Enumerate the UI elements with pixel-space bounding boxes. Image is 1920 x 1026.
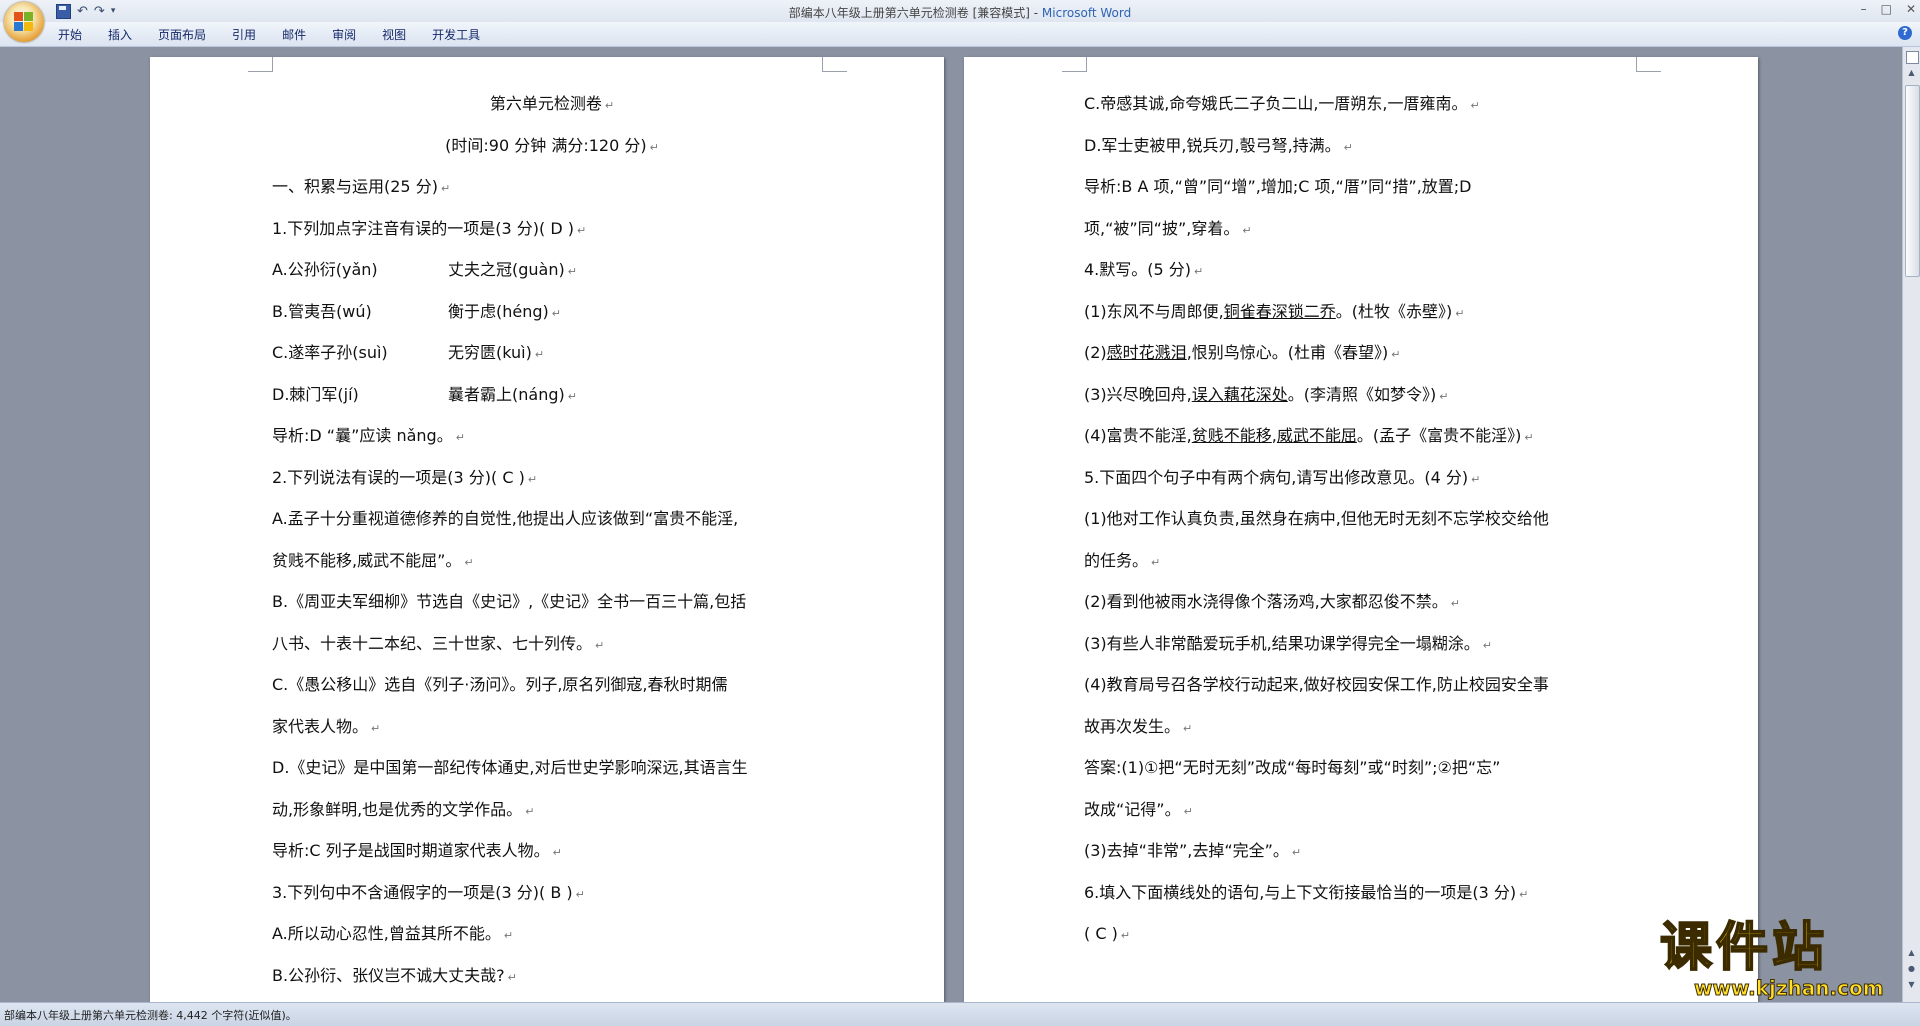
title-bar: ↶ ↷ ▾ 部编本八年级上册第六单元检测卷 [兼容模式] - Microsoft… (0, 0, 1920, 23)
text-line: 4.默写。(5 分) ↵ (1084, 260, 1204, 279)
select-browse-object-icon[interactable]: ● (1905, 963, 1918, 975)
text-line: (3)有些人非常酷爱玩手机,结果功课学得完全一塌糊涂。 ↵ (1084, 633, 1492, 653)
tab-developer[interactable]: 开发工具 (432, 26, 480, 43)
text-line: 贫贱不能移,威武不能屈”。 ↵ (272, 550, 474, 570)
page-content: C.帝感其诚,命夸娥氏二子负二山,一厝朔东,一厝雍南。 ↵ D.军士吏被甲,锐兵刃… (1084, 83, 1654, 955)
office-logo-icon (14, 12, 34, 32)
option-line: B.管夷吾(wú) 衡于虑(héng) ↵ (272, 301, 561, 321)
text-line: 导析:D “曩”应读 nǎng。 ↵ (272, 426, 465, 445)
crop-mark (822, 57, 847, 72)
text-line: 改成“记得”。 ↵ (1084, 799, 1193, 819)
text-line: 一、积累与运用(25 分) ↵ (272, 177, 451, 196)
text-line: 导析:B A 项,“曾”同“增”,增加;C 项,“厝”同“措”,放置;D (1084, 177, 1472, 196)
window-controls: – □ ✕ (1861, 2, 1916, 16)
minimize-button[interactable]: – (1861, 2, 1867, 16)
app-name: Microsoft Word (1041, 6, 1132, 20)
dictation-line: (4)富贵不能淫,贫贱不能移,威武不能屈。(孟子《富贵不能淫》) ↵ (1084, 426, 1534, 445)
window-title: 部编本八年级上册第六单元检测卷 [兼容模式] - Microsoft Word (0, 4, 1920, 21)
tab-review[interactable]: 审阅 (332, 26, 356, 43)
text-line: 1.下列加点字注音有误的一项是(3 分)( D ) ↵ (272, 218, 587, 238)
text-line: 2.下列说法有误的一项是(3 分)( C ) ↵ (272, 467, 538, 487)
close-button[interactable]: ✕ (1906, 2, 1916, 16)
text-line: D.《史记》是中国第一部纪传体通史,对后世史学影响深远,其语言生 (272, 758, 748, 777)
text-line: 八书、十表十二本纪、三十世家、七十列传。 ↵ (272, 633, 605, 653)
dictation-line: (3)兴尽晚回舟,误入藕花深处。(李清照《如梦令》) ↵ (1084, 384, 1449, 404)
crop-mark (248, 57, 273, 72)
tab-mailings[interactable]: 邮件 (282, 26, 306, 43)
site-watermark: 课件站 www.kjzhan.com (1659, 918, 1900, 1001)
maximize-button[interactable]: □ (1881, 2, 1892, 16)
underlined-answer: 感时花溅泪 (1106, 343, 1187, 362)
text-line: D.军士吏被甲,锐兵刃,彀弓弩,持满。 ↵ (1084, 135, 1353, 155)
help-icon[interactable]: ? (1898, 26, 1912, 40)
tab-view[interactable]: 视图 (382, 26, 406, 43)
scroll-up-icon[interactable]: ▲ (1905, 67, 1918, 79)
text-line: (3)去掉“非常”,去掉“完全”。 ↵ (1084, 841, 1302, 860)
text-line: 的任务。 ↵ (1084, 550, 1161, 570)
document-workspace: 第六单元检测卷 ↵ (时间:90 分钟 满分:120 分) ↵ 一、积累与运用(25… (0, 47, 1903, 1002)
text-line: B.公孙衍、张仪岂不诚大丈夫哉? ↵ (272, 965, 517, 985)
text-line: 答案:(1)①把“无时无刻”改成“每时每刻”或“时刻”;②把“忘” (1084, 758, 1501, 777)
next-page-icon[interactable]: ▼ (1905, 979, 1918, 991)
text-line: 导析:C 列子是战国时期道家代表人物。 ↵ (272, 841, 562, 860)
crop-mark (1636, 57, 1661, 72)
text-line: C.《愚公移山》选自《列子·汤问》。列子,原名列御寇,春秋时期儒 (272, 675, 728, 694)
underlined-answer: 铜雀春深锁二乔 (1223, 301, 1336, 321)
watermark-url: www.kjzhan.com (1694, 976, 1885, 1001)
exam-title: 第六单元检测卷 ↵ (489, 94, 615, 113)
text-line: 3.下列句中不含通假字的一项是(3 分)( B ) ↵ (272, 882, 585, 902)
document-page-left[interactable]: 第六单元检测卷 ↵ (时间:90 分钟 满分:120 分) ↵ 一、积累与运用(25… (150, 57, 944, 1002)
underlined-answer: 误入藕花深处 (1191, 384, 1288, 404)
text-line: 项,“被”同“披”,穿着。 ↵ (1084, 218, 1252, 238)
watermark-title: 课件站 (1659, 918, 1829, 978)
text-line: 6.填入下面横线处的语句,与上下文衔接最恰当的一项是(3 分) ↵ (1084, 882, 1529, 902)
vertical-scrollbar[interactable]: ▲ ▲ ● ▼ (1902, 47, 1920, 1002)
underlined-answer: 威武不能屈 (1276, 426, 1357, 445)
option-line: A.公孙衍(yǎn) 丈夫之冠(guàn) ↵ (272, 260, 577, 279)
text-line: A.孟子十分重视道德修养的自觉性,他提出人应该做到“富贵不能淫, (272, 509, 739, 528)
tab-page-layout[interactable]: 页面布局 (158, 26, 206, 43)
exam-subtitle: (时间:90 分钟 满分:120 分) ↵ (445, 135, 659, 155)
ribbon-tabs: 开始 插入 页面布局 引用 邮件 审阅 视图 开发工具 (58, 26, 480, 43)
text-line: A.所以动心忍性,曾益其所不能。 ↵ (272, 924, 514, 943)
text-line: ( C ) ↵ (1084, 924, 1131, 943)
ribbon: 开始 插入 页面布局 引用 邮件 审阅 视图 开发工具 ? (0, 22, 1920, 47)
text-line: C.帝感其诚,命夸娥氏二子负二山,一厝朔东,一厝雍南。 ↵ (1084, 94, 1480, 113)
office-button[interactable] (4, 2, 44, 42)
tab-references[interactable]: 引用 (232, 26, 256, 43)
scroll-thumb[interactable] (1905, 85, 1920, 277)
document-page-right[interactable]: C.帝感其诚,命夸娥氏二子负二山,一厝朔东,一厝雍南。 ↵ D.军士吏被甲,锐兵刃… (964, 57, 1758, 1002)
text-line: 故再次发生。 ↵ (1084, 716, 1193, 736)
text-line: 5.下面四个句子中有两个病句,请写出修改意见。(4 分) ↵ (1084, 467, 1481, 487)
text-line: (1)他对工作认真负责,虽然身在病中,但他无时无刻不忘学校交给他 (1084, 509, 1549, 528)
previous-page-icon[interactable]: ▲ (1905, 947, 1918, 959)
tab-insert[interactable]: 插入 (108, 26, 132, 43)
tab-home[interactable]: 开始 (58, 26, 82, 43)
view-ruler-button[interactable] (1906, 51, 1919, 64)
text-line: B.《周亚夫军细柳》节选自《史记》,《史记》全书一百三十篇,包括 (272, 592, 747, 611)
document-title: 部编本八年级上册第六单元检测卷 [兼容模式] - (788, 6, 1042, 20)
status-bar: 部编本八年级上册第六单元检测卷: 4,442 个字符(近似值)。 (0, 1002, 1920, 1026)
option-line: D.棘门军(jí) 曩者霸上(náng) ↵ (272, 384, 577, 404)
text-line: (4)教育局号召各学校行动起来,做好校园安保工作,防止校园安全事 (1084, 675, 1549, 694)
page-content: 第六单元检测卷 ↵ (时间:90 分钟 满分:120 分) ↵ 一、积累与运用(25… (272, 83, 832, 996)
underlined-answer: 贫贱不能移 (1191, 426, 1272, 445)
text-line: (2)看到他被雨水浇得像个落汤鸡,大家都忍俊不禁。 ↵ (1084, 592, 1460, 611)
crop-mark (1062, 57, 1087, 72)
dictation-line: (2)感时花溅泪,恨别鸟惊心。(杜甫《春望》) ↵ (1084, 343, 1401, 362)
status-text: 部编本八年级上册第六单元检测卷: 4,442 个字符(近似值)。 (4, 1009, 297, 1022)
text-line: 家代表人物。 ↵ (272, 716, 381, 736)
text-line: 动,形象鲜明,也是优秀的文学作品。 ↵ (272, 799, 535, 819)
dictation-line: (1)东风不与周郎便,铜雀春深锁二乔。(杜牧《赤壁》) ↵ (1084, 301, 1465, 321)
option-line: C.遂率子孙(suì) 无穷匮(kuì) ↵ (272, 343, 545, 362)
